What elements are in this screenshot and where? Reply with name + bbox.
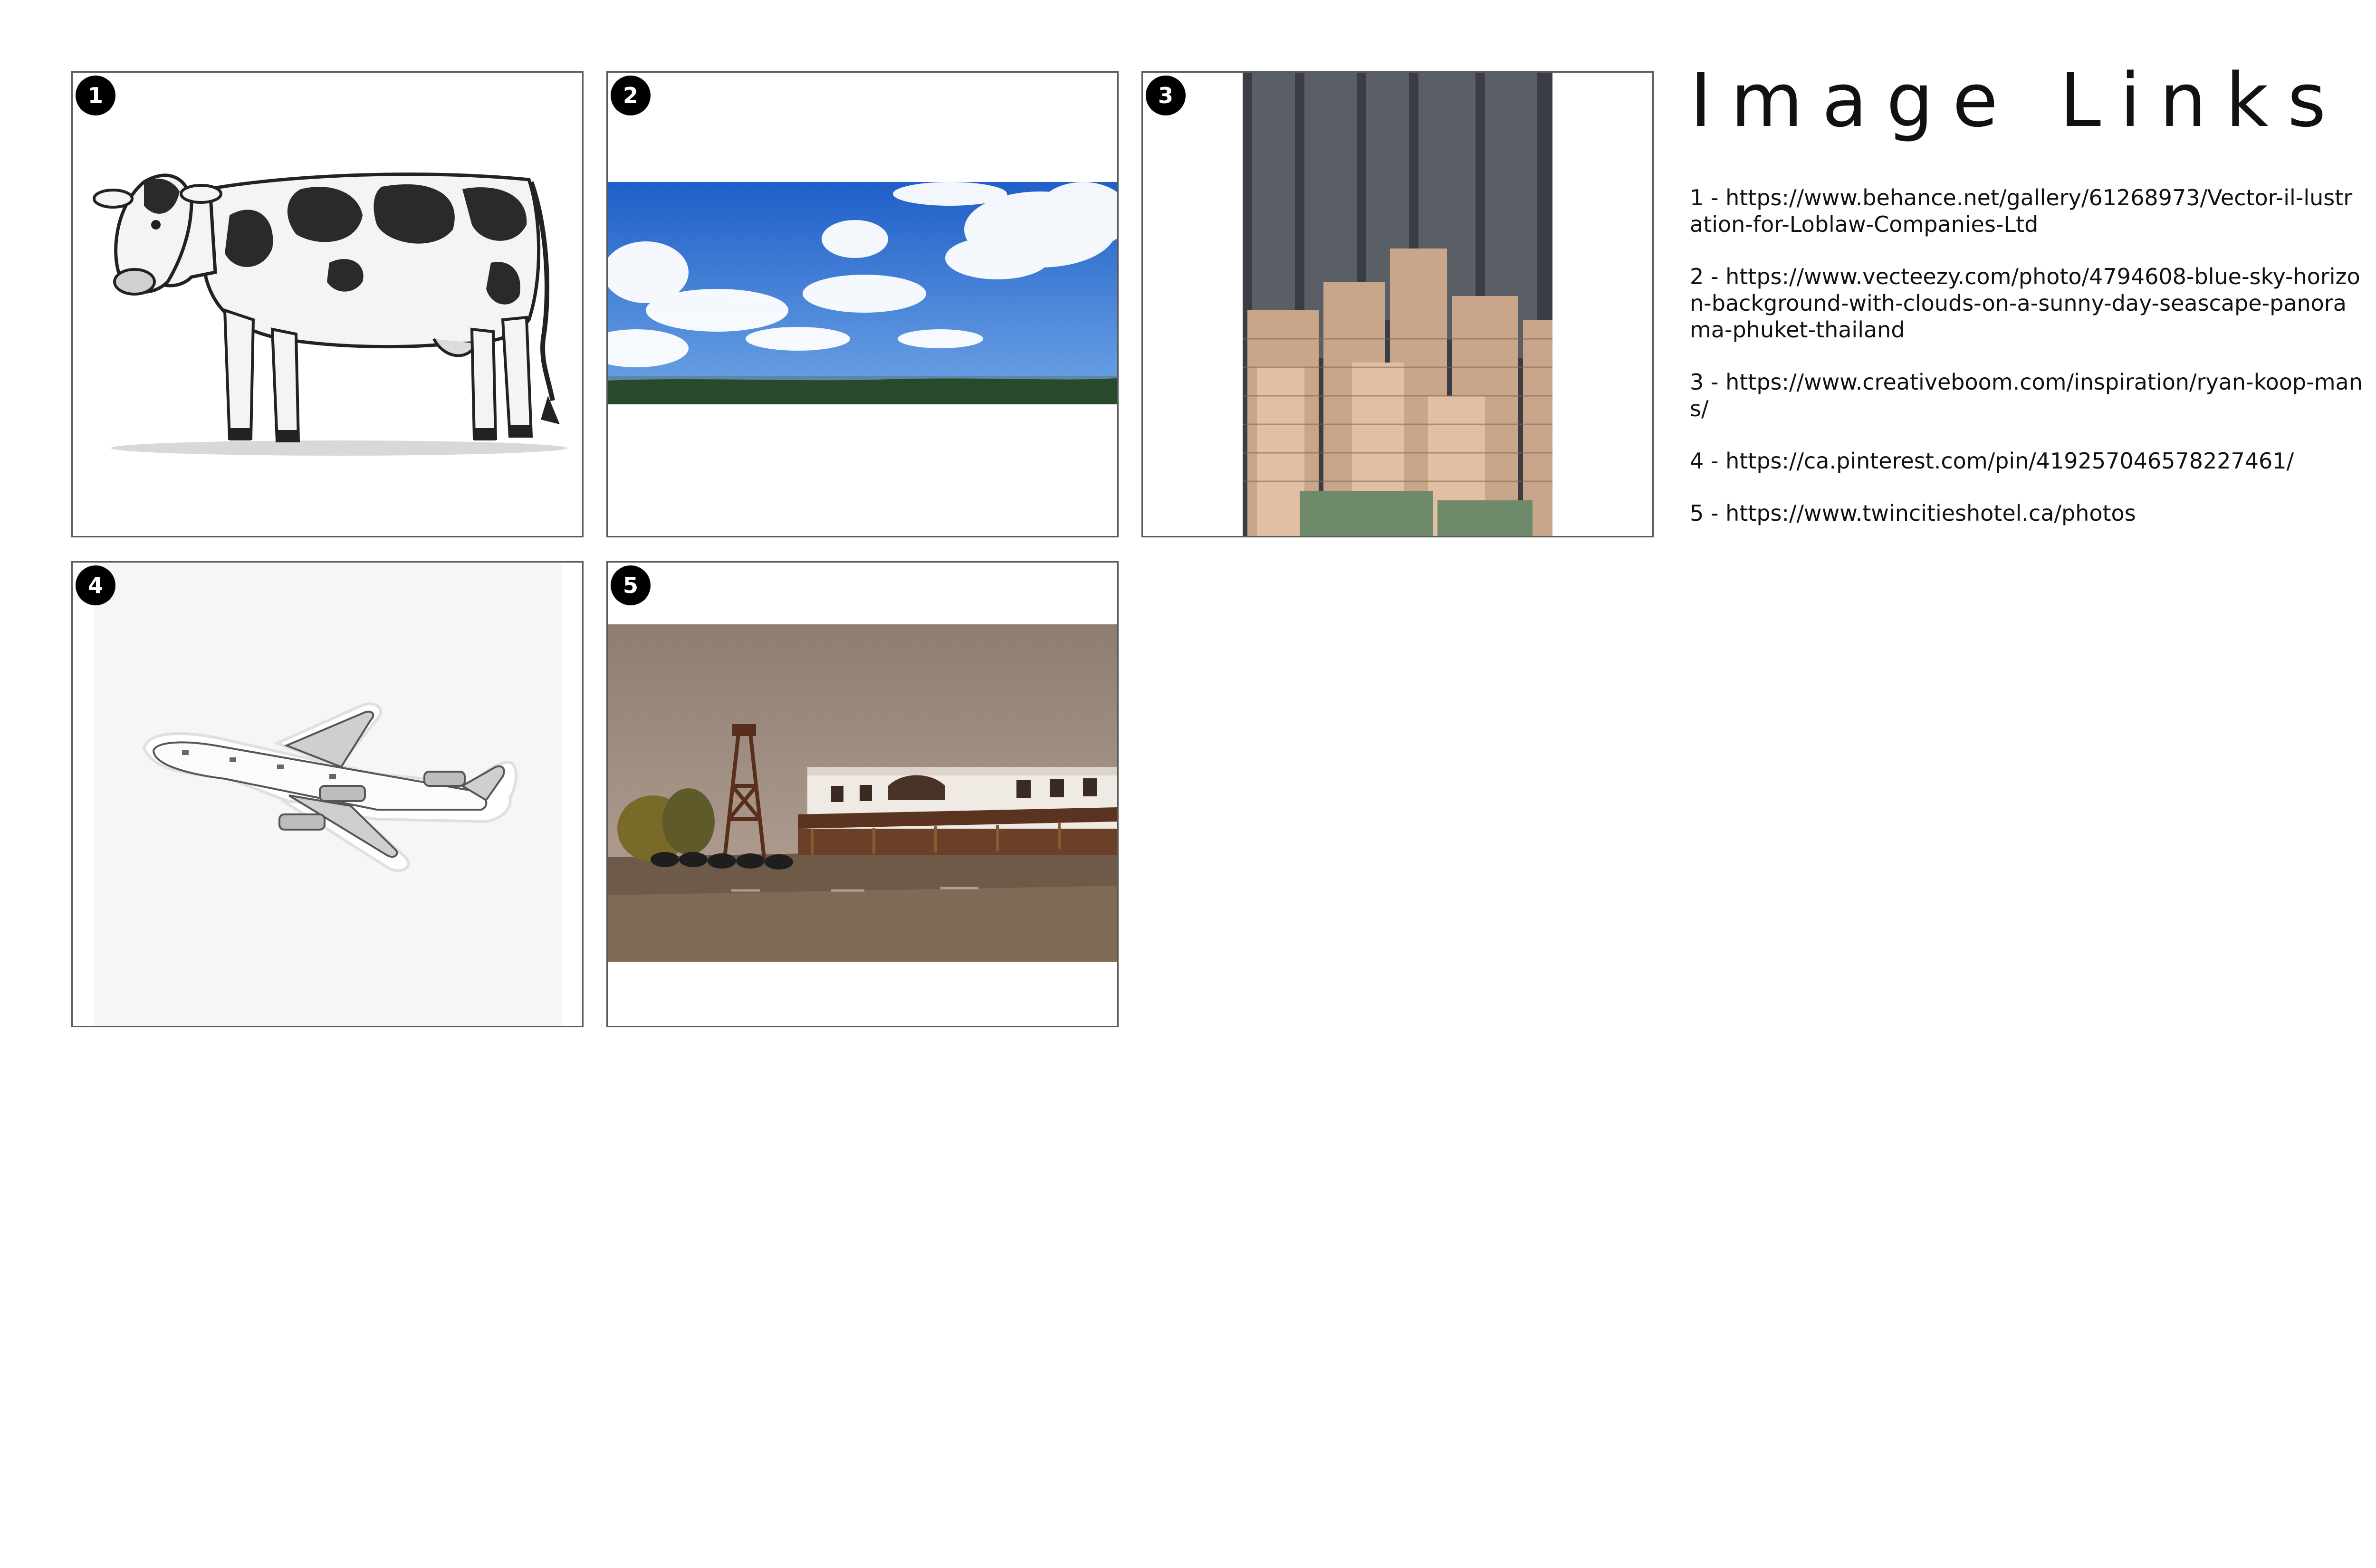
image-frame-2: 2 xyxy=(606,71,1119,537)
cow-illustration xyxy=(93,172,567,456)
image-frame-3: 3 xyxy=(1141,71,1654,537)
airplane-sticker-image xyxy=(94,563,562,1026)
image-number-badge: 2 xyxy=(611,76,651,115)
image-number-badge: 1 xyxy=(76,76,115,115)
image-link-1[interactable]: 1 - https://www.behance.net/gallery/6126… xyxy=(1690,184,2365,238)
image-link-3[interactable]: 3 - https://www.creativeboom.com/inspira… xyxy=(1690,369,2365,422)
sky-panorama-photo xyxy=(608,182,1117,404)
image-link-2[interactable]: 2 - https://www.vecteezy.com/photo/47946… xyxy=(1690,263,2365,343)
image-number-badge: 4 xyxy=(76,565,115,605)
apartment-towers-photo xyxy=(1243,73,1552,536)
image-frame-5: 5 xyxy=(606,561,1119,1027)
image-frame-4: 4 xyxy=(71,561,584,1027)
image-number-badge: 3 xyxy=(1146,76,1186,115)
image-link-5[interactable]: 5 - https://www.twincitieshotel.ca/photo… xyxy=(1690,500,2365,526)
image-number-badge: 5 xyxy=(611,565,651,605)
page-title: Image Links xyxy=(1690,57,2345,143)
image-links-list: 1 - https://www.behance.net/gallery/6126… xyxy=(1690,184,2365,552)
image-frame-1: 1 xyxy=(71,71,584,537)
image-link-4[interactable]: 4 - https://ca.pinterest.com/pin/4192570… xyxy=(1690,448,2365,474)
hotel-photo xyxy=(608,624,1117,962)
